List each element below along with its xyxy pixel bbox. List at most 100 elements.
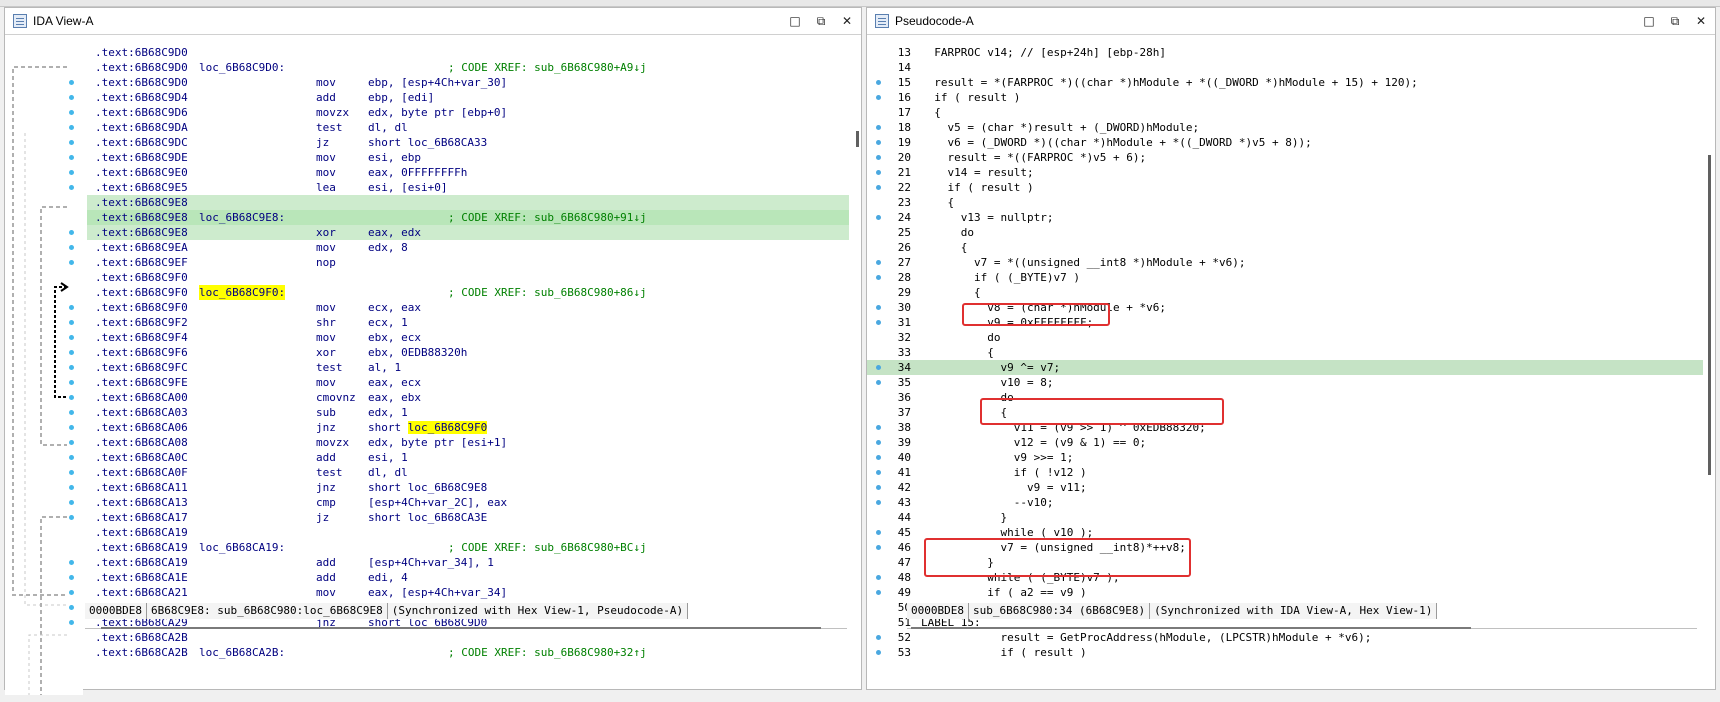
asm-line[interactable]: .text:6B68C9D0 — [87, 45, 849, 60]
asm-line[interactable]: .text:6B68C9D6 movzx edx, byte ptr [ebp+0] — [87, 105, 849, 120]
pseudocode-text[interactable]: if ( result ) — [921, 90, 1020, 105]
asm-operands[interactable]: short loc_6B68C9E8 — [368, 480, 487, 495]
pseudocode-line[interactable]: 33 { — [867, 345, 1703, 360]
asm-xref-comment[interactable]: ; CODE XREF: sub_6B68C980+91↓j — [448, 210, 647, 225]
breakpoint-dot[interactable] — [69, 110, 74, 115]
pseudocode-text[interactable]: result = *((FARPROC *)v5 + 6); — [921, 150, 1146, 165]
asm-line[interactable]: .text:6B68C9D0 mov ebp, [esp+4Ch+var_30] — [87, 75, 849, 90]
pseudocode-text[interactable]: v6 = (_DWORD *)((char *)hModule + *((_DW… — [921, 135, 1311, 150]
pseudocode-text[interactable]: if ( a2 == v9 ) — [921, 585, 1086, 600]
breakpoint-dot[interactable] — [69, 170, 74, 175]
asm-operands[interactable]: eax, ebx — [368, 390, 421, 405]
pseudocode-text[interactable]: v14 = result; — [921, 165, 1033, 180]
asm-line[interactable]: .text:6B68CA06 jnz short loc_6B68C9F0 — [87, 420, 849, 435]
pseudocode-line[interactable]: 32 do — [867, 330, 1703, 345]
pseudocode-line[interactable]: 24 v13 = nullptr; — [867, 210, 1703, 225]
asm-label[interactable]: loc_6B68CA2B: — [199, 645, 285, 659]
breakpoint-dot[interactable] — [69, 560, 74, 565]
close-button[interactable]: ✕ — [839, 14, 855, 28]
asm-operands[interactable]: dl, dl — [368, 465, 408, 480]
pseudocode-text[interactable]: } — [921, 510, 1007, 525]
pseudocode-line[interactable]: 28 if ( (_BYTE)v7 ) — [867, 270, 1703, 285]
pseudocode-text[interactable]: v7 = *((unsigned __int8 *)hModule + *v6)… — [921, 255, 1246, 270]
ida-horizontal-scrollbar[interactable] — [101, 627, 821, 629]
breakpoint-dot[interactable] — [69, 455, 74, 460]
breakpoint-dot[interactable] — [69, 350, 74, 355]
asm-operands[interactable]: edx, byte ptr [ebp+0] — [368, 105, 507, 120]
asm-operands[interactable]: edx, 1 — [368, 405, 408, 420]
pseudocode-text[interactable]: v9 >>= 1; — [921, 450, 1074, 465]
pseudocode-vertical-scrollbar[interactable] — [1708, 155, 1711, 475]
close-button[interactable]: ✕ — [1693, 14, 1709, 28]
breakpoint-dot[interactable] — [69, 500, 74, 505]
breakpoint-dot[interactable] — [69, 230, 74, 235]
asm-xref-comment[interactable]: ; CODE XREF: sub_6B68C980+86↓j — [448, 285, 647, 300]
asm-operands[interactable]: short loc_6B68CA33 — [368, 135, 487, 150]
asm-line[interactable]: .text:6B68C9F0 — [87, 270, 849, 285]
pseudocode-line[interactable]: 13 FARPROC v14; // [esp+24h] [ebp-28h] — [867, 45, 1703, 60]
asm-operands[interactable]: edx, 8 — [368, 240, 408, 255]
pseudocode-text[interactable]: { — [921, 105, 941, 120]
pseudocode-line[interactable]: 17 { — [867, 105, 1703, 120]
asm-line[interactable]: .text:6B68C9DC jz short loc_6B68CA33 — [87, 135, 849, 150]
asm-xref-comment[interactable]: ; CODE XREF: sub_6B68C980+32↑j — [448, 645, 647, 659]
breakpoint-dot[interactable] — [69, 140, 74, 145]
pseudocode-text[interactable]: do — [921, 330, 1000, 345]
breakpoint-dot[interactable] — [69, 320, 74, 325]
asm-label[interactable]: loc_6B68CA19: — [199, 540, 285, 555]
asm-line[interactable]: .text:6B68C9F0 loc_6B68C9F0: ; CODE XREF: … — [87, 285, 849, 300]
breakpoint-dot[interactable] — [69, 410, 74, 415]
breakpoint-dot[interactable] — [69, 335, 74, 340]
asm-operands[interactable]: esi, ebp — [368, 150, 421, 165]
asm-line[interactable]: .text:6B68CA03 sub edx, 1 — [87, 405, 849, 420]
asm-line[interactable]: .text:6B68C9F2 shr ecx, 1 — [87, 315, 849, 330]
pseudocode-line[interactable]: 18 v5 = (char *)result + (_DWORD)hModule… — [867, 120, 1703, 135]
breakpoint-dot[interactable] — [69, 605, 74, 610]
asm-line[interactable]: .text:6B68CA19 add [esp+4Ch+var_34], 1 — [87, 555, 849, 570]
asm-operands[interactable]: ebp, [edi] — [368, 90, 434, 105]
asm-label[interactable]: loc_6B68C9D0: — [199, 60, 285, 75]
float-button[interactable]: ⧉ — [813, 14, 829, 29]
breakpoint-dot[interactable] — [69, 515, 74, 520]
ida-vertical-scrollbar[interactable] — [856, 131, 859, 147]
pseudocode-line[interactable]: 34 v9 ^= v7; — [867, 360, 1703, 375]
breakpoint-dot[interactable] — [69, 245, 74, 250]
asm-operands[interactable]: [esp+4Ch+var_34], 1 — [368, 555, 494, 570]
pseudocode-horizontal-scrollbar[interactable] — [911, 627, 1471, 629]
asm-line[interactable]: .text:6B68C9E5 lea esi, [esi+0] — [87, 180, 849, 195]
breakpoint-dot[interactable] — [69, 590, 74, 595]
pseudocode-line[interactable]: 27 v7 = *((unsigned __int8 *)hModule + *… — [867, 255, 1703, 270]
pseudocode-line[interactable]: 22 if ( result ) — [867, 180, 1703, 195]
asm-line[interactable]: .text:6B68C9EF nop — [87, 255, 849, 270]
pseudocode-text[interactable]: if ( (_BYTE)v7 ) — [921, 270, 1080, 285]
asm-operands[interactable]: short loc_6B68CA3E — [368, 510, 487, 525]
pseudocode-line[interactable]: 49 if ( a2 == v9 ) — [867, 585, 1703, 600]
asm-line[interactable]: .text:6B68C9F6 xor ebx, 0EDB88320h — [87, 345, 849, 360]
asm-operands[interactable]: ebp, [esp+4Ch+var_30] — [368, 75, 507, 90]
pseudocode-line[interactable]: 25 do — [867, 225, 1703, 240]
restore-button[interactable]: □ — [1641, 14, 1657, 28]
asm-line[interactable]: .text:6B68CA19 loc_6B68CA19: ; CODE XREF: … — [87, 540, 849, 555]
pseudocode-text[interactable]: if ( result ) — [921, 645, 1086, 659]
pseudocode-text[interactable]: { — [921, 240, 968, 255]
asm-line[interactable]: .text:6B68C9E8 xor eax, edx — [87, 225, 849, 240]
asm-operands[interactable]: edi, 4 — [368, 570, 408, 585]
pseudocode-line[interactable]: 14 — [867, 60, 1703, 75]
asm-operands[interactable]: esi, 1 — [368, 450, 408, 465]
pseudocode-text[interactable]: result = GetProcAddress(hModule, (LPCSTR… — [921, 630, 1371, 645]
asm-line[interactable]: .text:6B68CA08 movzx edx, byte ptr [esi+1] — [87, 435, 849, 450]
pseudocode-text[interactable]: v10 = 8; — [921, 375, 1053, 390]
asm-line[interactable]: .text:6B68CA17 jz short loc_6B68CA3E — [87, 510, 849, 525]
pseudocode-line[interactable]: 39 v12 = (v9 & 1) == 0; — [867, 435, 1703, 450]
pseudocode-text[interactable]: v13 = nullptr; — [921, 210, 1054, 225]
pseudocode-text[interactable]: result = *(FARPROC *)((char *)hModule + … — [921, 75, 1417, 90]
asm-line[interactable]: .text:6B68CA19 — [87, 525, 849, 540]
restore-button[interactable]: □ — [787, 14, 803, 28]
asm-line[interactable]: .text:6B68CA11 jnz short loc_6B68C9E8 — [87, 480, 849, 495]
pseudocode-line[interactable]: 52 result = GetProcAddress(hModule, (LPC… — [867, 630, 1703, 645]
asm-operands[interactable]: dl, dl — [368, 120, 408, 135]
asm-line[interactable]: .text:6B68C9DE mov esi, ebp — [87, 150, 849, 165]
asm-line[interactable]: .text:6B68C9D0 loc_6B68C9D0: ; CODE XREF: … — [87, 60, 849, 75]
pseudocode-text[interactable]: v9 = v11; — [921, 480, 1087, 495]
asm-line[interactable]: .text:6B68C9EA mov edx, 8 — [87, 240, 849, 255]
